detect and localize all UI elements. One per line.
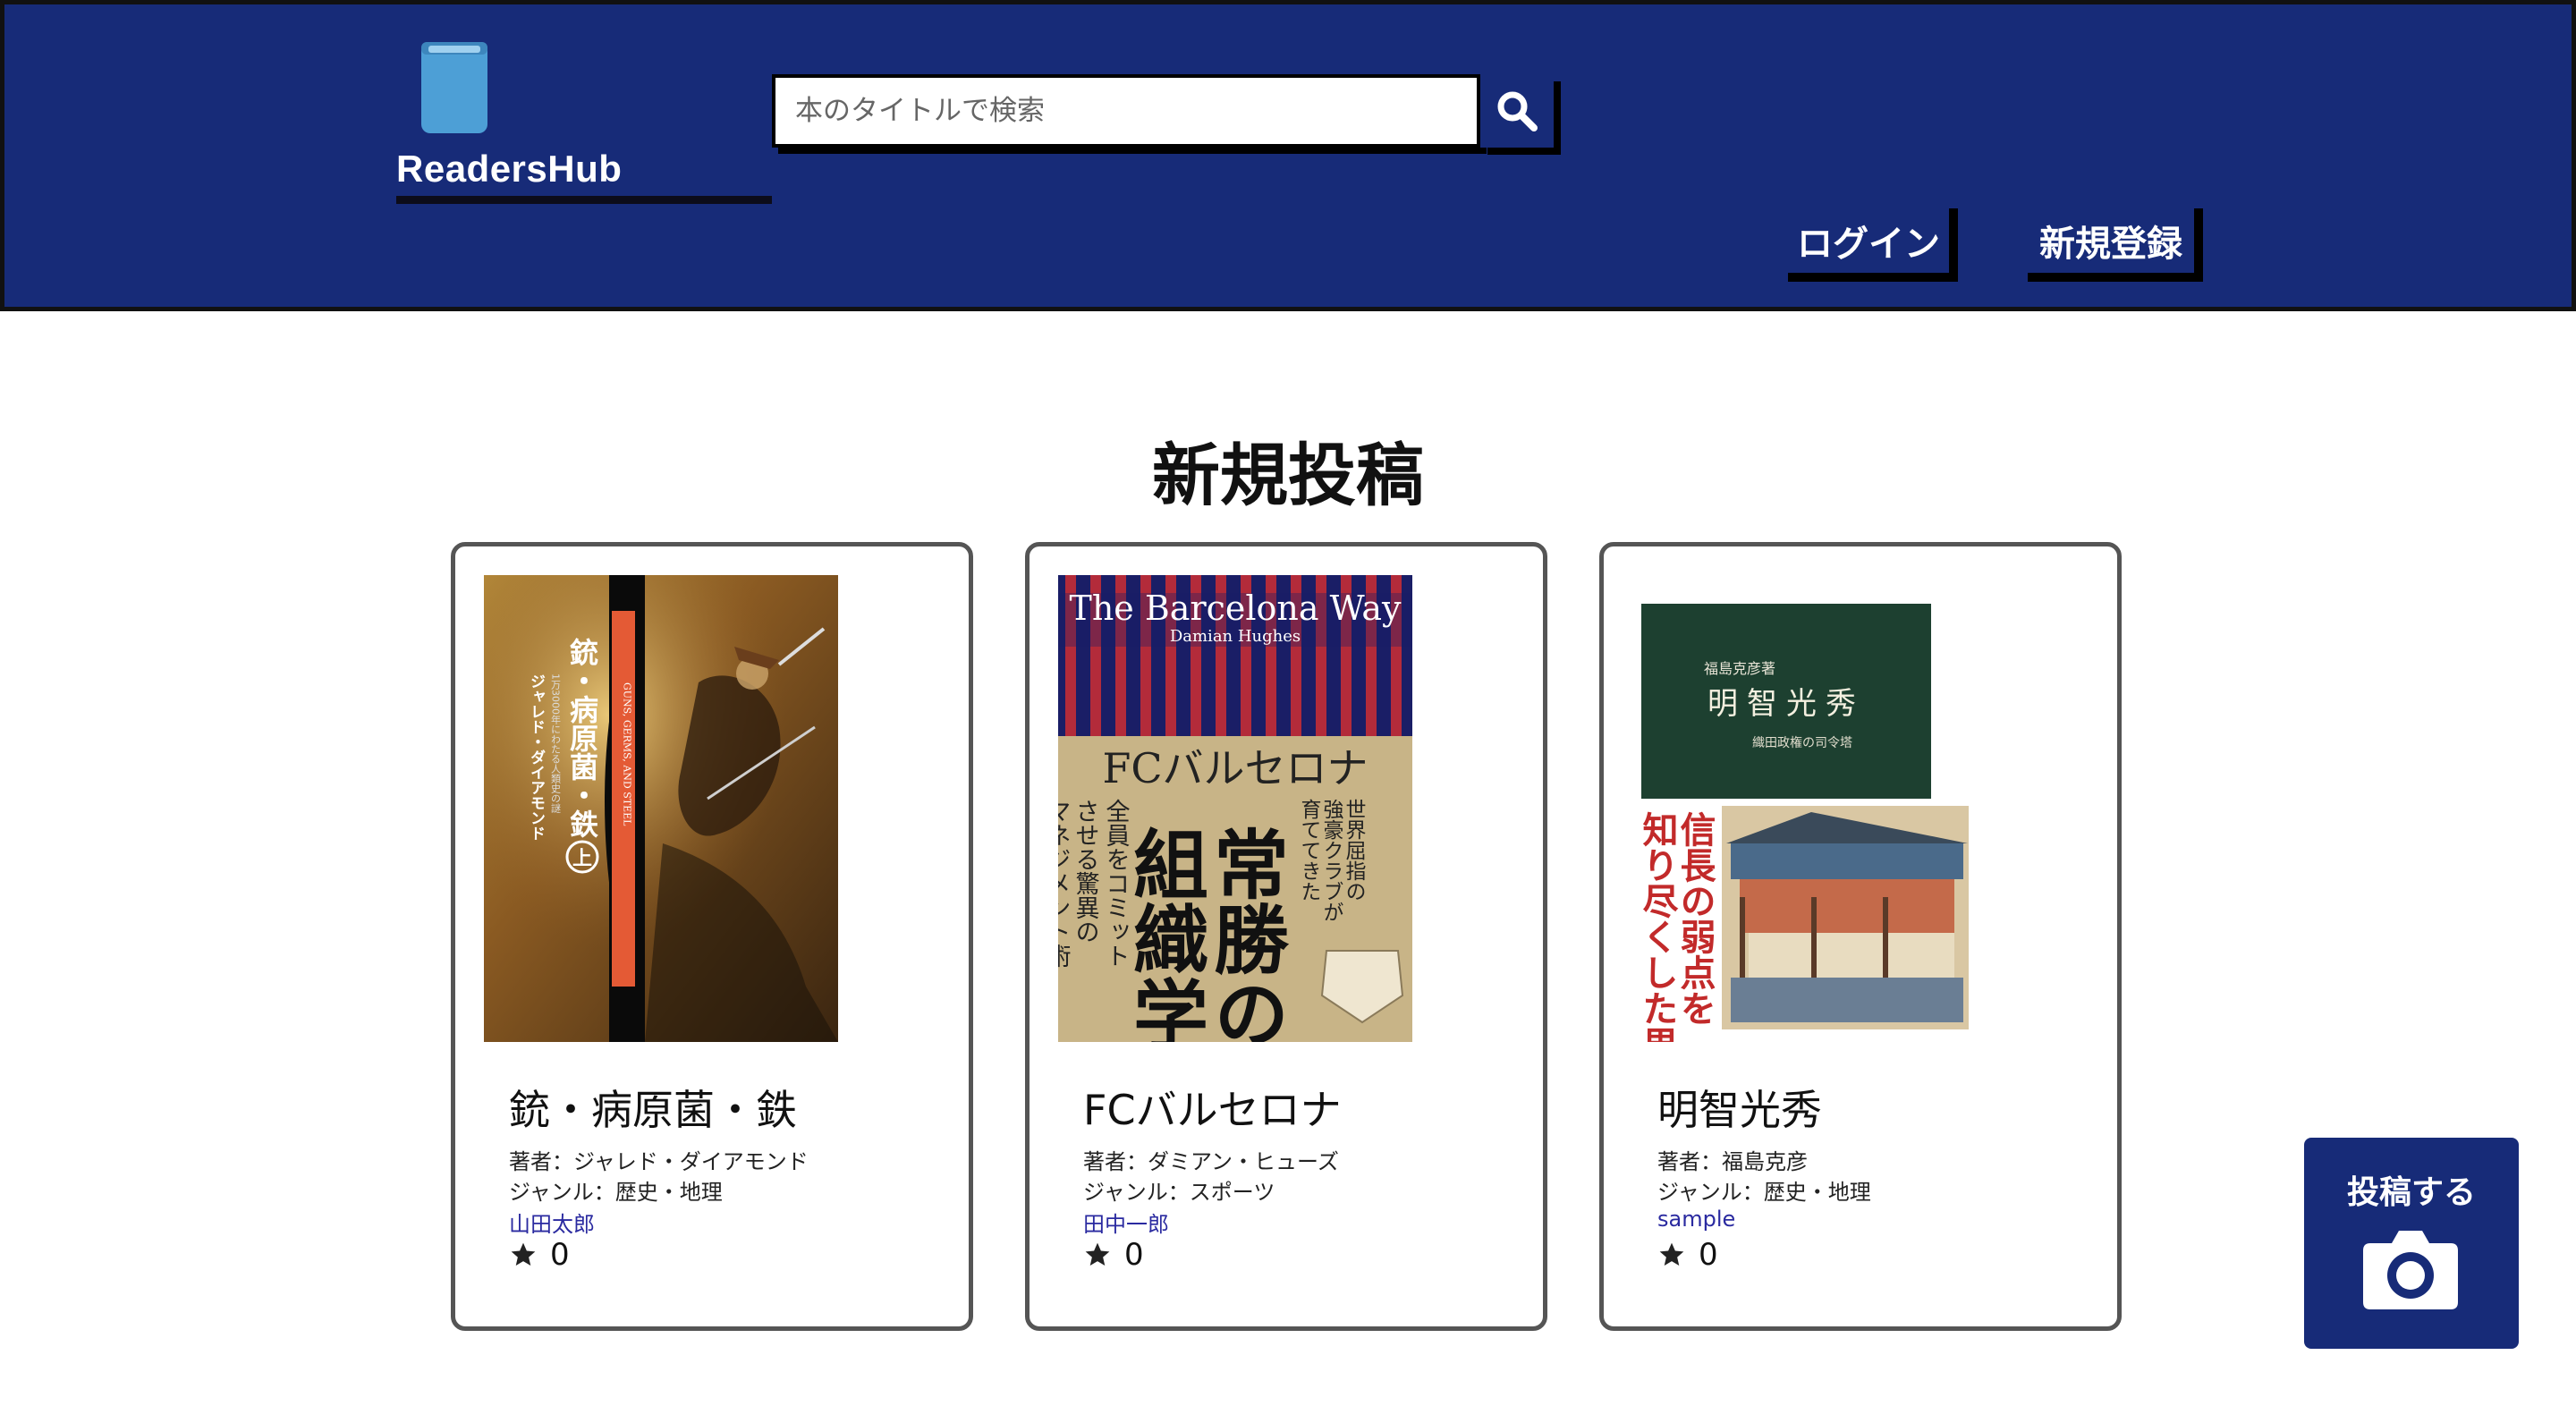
post-card[interactable]: 福島克彦著 明智光秀 織田政権の司令塔 知り尽くした男 信長の弱点を 明智光秀 … — [1599, 542, 2122, 1331]
post-title[interactable]: 銃・病原菌・鉄 — [509, 1078, 797, 1137]
svg-text:GUNS, GERMS, AND STEEL: GUNS, GERMS, AND STEEL — [622, 682, 633, 826]
post-title[interactable]: FCバルセロナ — [1083, 1078, 1342, 1137]
post-user-link[interactable]: sample — [1657, 1207, 1735, 1232]
post-user-link[interactable]: 田中一郎 — [1083, 1207, 1169, 1238]
logo-text: ReadersHub — [396, 148, 623, 190]
like-value: 0 — [1699, 1237, 1718, 1273]
star-icon[interactable] — [1083, 1241, 1112, 1269]
star-icon[interactable] — [509, 1241, 538, 1269]
book-icon — [421, 42, 487, 133]
svg-text:マネジメント術: マネジメント術 — [1058, 799, 1071, 968]
svg-text:世界屈指の: 世界屈指の — [1342, 799, 1367, 902]
svg-text:育ててきた: 育ててきた — [1297, 799, 1321, 902]
search-button[interactable] — [1480, 74, 1554, 148]
post-author: 著者：ジャレド・ダイアモンド — [509, 1149, 809, 1174]
signup-shadow-bottom — [2028, 273, 2194, 282]
book-cover[interactable]: 福島克彦著 明智光秀 織田政権の司令塔 知り尽くした男 信長の弱点を — [1632, 575, 1987, 1042]
svg-text:FCバルセロナ: FCバルセロナ — [1102, 744, 1368, 792]
svg-text:Damian Hughes: Damian Hughes — [1170, 627, 1301, 646]
svg-text:組織学: 組織学 — [1122, 826, 1210, 1042]
camera-icon — [2363, 1231, 2458, 1309]
search-input[interactable] — [772, 74, 1480, 148]
post-card[interactable]: The Barcelona Way Damian Hughes FCバルセロナ … — [1025, 542, 1547, 1331]
login-button[interactable]: ログイン — [1788, 208, 1958, 282]
svg-text:織田政権の司令塔: 織田政権の司令塔 — [1752, 735, 1852, 750]
svg-text:The Barcelona Way: The Barcelona Way — [1069, 589, 1402, 628]
post-user-link[interactable]: 山田太郎 — [509, 1207, 595, 1238]
svg-text:知り尽くした男: 知り尽くした男 — [1637, 811, 1679, 1042]
post-author: 著者：ダミアン・ヒューズ — [1083, 1149, 1339, 1174]
post-genre: ジャンル：歴史・地理 — [509, 1180, 723, 1205]
post-title[interactable]: 明智光秀 — [1657, 1078, 1822, 1137]
book-cover[interactable]: The Barcelona Way Damian Hughes FCバルセロナ … — [1058, 575, 1412, 1042]
cover-title: 銃・病原菌・鉄 — [565, 637, 599, 838]
svg-text:常勝の: 常勝の — [1202, 826, 1291, 1042]
post-button[interactable]: 投稿する — [2304, 1138, 2519, 1349]
svg-text:させる驚異の: させる驚異の — [1072, 799, 1100, 944]
like-value: 0 — [550, 1237, 570, 1273]
post-card[interactable]: 銃・病原菌・鉄 上 ジャレド・ダイアモンド 1万3000年にわたる人類史の謎 G… — [451, 542, 973, 1331]
svg-text:明智光秀: 明智光秀 — [1707, 686, 1865, 722]
post-genre: ジャンル：歴史・地理 — [1657, 1180, 1871, 1205]
post-author: 著者：福島克彦 — [1657, 1149, 1808, 1174]
star-icon[interactable] — [1657, 1241, 1686, 1269]
signup-label: 新規登録 — [2039, 224, 2182, 265]
book-cover-image: The Barcelona Way Damian Hughes FCバルセロナ … — [1058, 575, 1412, 1042]
post-genre: ジャンル：スポーツ — [1083, 1180, 1275, 1205]
logo-underline — [396, 196, 772, 204]
svg-text:1万3000年にわたる人類史の謎: 1万3000年にわたる人類史の謎 — [550, 673, 562, 814]
book-cover-image: 福島克彦著 明智光秀 織田政権の司令塔 知り尽くした男 信長の弱点を — [1632, 575, 1987, 1042]
svg-text:福島克彦著: 福島克彦著 — [1704, 660, 1775, 677]
svg-text:上: 上 — [572, 847, 592, 870]
post-button-label: 投稿する — [2346, 1174, 2476, 1211]
book-cover[interactable]: 銃・病原菌・鉄 上 ジャレド・ダイアモンド 1万3000年にわたる人類史の謎 G… — [484, 575, 838, 1042]
login-label: ログイン — [1797, 224, 1940, 265]
signup-button[interactable]: 新規登録 — [2028, 208, 2203, 282]
svg-text:ジャレド・ダイアモンド: ジャレド・ダイアモンド — [527, 673, 546, 841]
search-icon — [1497, 91, 1538, 131]
like-value: 0 — [1124, 1237, 1144, 1273]
like-count: 0 — [1657, 1237, 1718, 1273]
logo[interactable]: ReadersHub — [396, 40, 772, 205]
svg-text:全員をコミット: 全員をコミット — [1102, 799, 1131, 968]
search-bar — [772, 74, 1559, 155]
login-shadow-bottom — [1788, 273, 1949, 282]
svg-text:信長の弱点を: 信長の弱点を — [1674, 811, 1716, 1026]
like-count: 0 — [509, 1237, 570, 1273]
site-header: ReadersHub ログイン 新規登録 — [0, 0, 2576, 311]
like-count: 0 — [1083, 1237, 1144, 1273]
login-shadow — [1949, 208, 1958, 282]
svg-text:強豪クラブが: 強豪クラブが — [1319, 799, 1343, 922]
signup-shadow — [2194, 208, 2203, 282]
page-title: 新規投稿 — [1152, 436, 1424, 515]
book-cover-image: 銃・病原菌・鉄 上 ジャレド・ダイアモンド 1万3000年にわたる人類史の謎 G… — [484, 575, 838, 1042]
